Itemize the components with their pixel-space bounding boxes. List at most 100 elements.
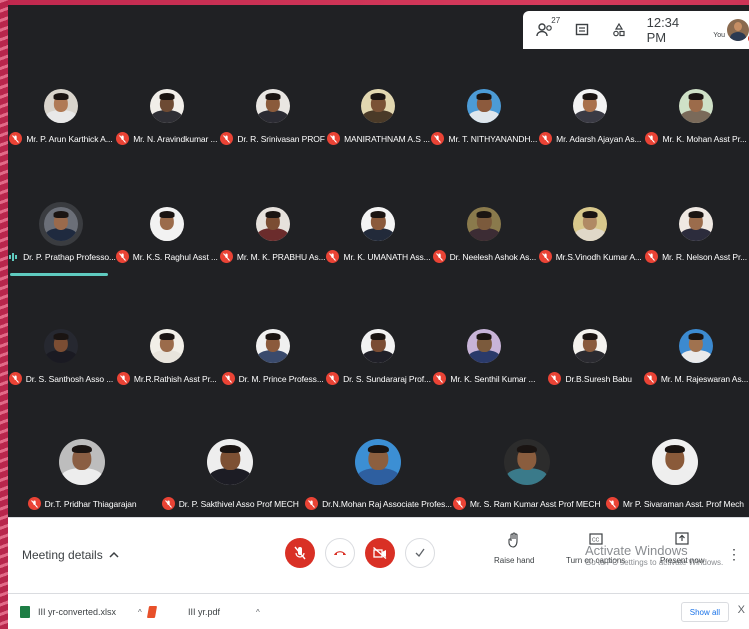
participant-tile[interactable]: Dr. M. Prince Profess... <box>220 329 326 385</box>
chevron-up-icon <box>109 551 119 558</box>
avatar <box>679 207 714 241</box>
hand-icon <box>508 532 520 548</box>
mic-off-icon <box>643 372 657 385</box>
people-icon[interactable]: 27 <box>535 16 560 41</box>
present-now-button[interactable]: Present now <box>660 532 704 565</box>
participant-tile[interactable]: Mr. K. UMANATH Ass... <box>326 207 432 263</box>
participant-tile[interactable]: Mr P. Sivaraman Asst. Prof Mech <box>601 439 749 510</box>
participant-name: Mr. Adarsh Ajayan As... <box>556 133 642 144</box>
chevron-up-icon[interactable]: ^ <box>138 608 142 617</box>
participant-tile[interactable]: Mr. K. Senthil Kumar ... <box>431 329 537 385</box>
participant-tile[interactable]: Dr.B.Suresh Babu <box>537 329 643 385</box>
participant-tile[interactable]: Mr.S.Vinodh Kumar A... <box>537 207 643 263</box>
mic-off-icon <box>220 132 234 145</box>
download-item-pdf[interactable]: III yr.pdf ^ <box>146 594 260 629</box>
participant-name: MANIRATHNAM A.S ... <box>344 133 430 144</box>
participant-tile[interactable]: Mr. R. Nelson Asst Pr... <box>643 207 749 263</box>
participant-tile[interactable]: Mr. K.S. Raghul Asst ... <box>114 207 220 263</box>
participant-tile[interactable]: Dr. Neelesh Ashok As... <box>431 207 537 263</box>
participant-tile[interactable]: Mr. T. NITHYANANDH... <box>431 89 537 145</box>
participant-name-row: Mr.R.Rathish Asst Pr... <box>116 372 217 385</box>
participant-tile[interactable]: Mr. K. Mohan Asst Pr... <box>643 89 749 145</box>
avatar <box>149 89 184 123</box>
avatar <box>149 207 184 241</box>
participant-name: Dr. P. Prathap Professo... <box>23 251 116 262</box>
camera-off-icon <box>373 547 387 559</box>
meeting-details-button[interactable]: Meeting details <box>22 548 119 562</box>
avatar <box>255 89 290 123</box>
chevron-up-icon[interactable]: ^ <box>256 608 260 617</box>
participant-name: Dr. Neelesh Ashok As... <box>449 251 537 262</box>
end-call-button[interactable] <box>325 538 355 568</box>
avatar <box>573 329 608 363</box>
participant-name: Dr. S. Sundararaj Prof... <box>343 373 431 384</box>
participant-name: Mr. K. Senthil Kumar ... <box>450 373 536 384</box>
participant-name-row: Dr.B.Suresh Babu <box>548 372 632 385</box>
participant-name-row: Mr. S. Ram Kumar Asst Prof MECH <box>452 497 601 510</box>
participant-tile[interactable]: Mr.R.Rathish Asst Pr... <box>114 329 220 385</box>
participant-name: Dr.N.Mohan Raj Associate Profes... <box>322 498 452 509</box>
participant-tile[interactable]: Mr. N. Aravindkumar ... <box>114 89 220 145</box>
participant-name: Mr. R. Nelson Asst Pr... <box>662 251 748 262</box>
avatar <box>207 439 254 485</box>
hang-up-icon <box>334 551 346 555</box>
mic-off-icon <box>219 250 233 263</box>
mic-off-icon <box>116 132 130 145</box>
avatar <box>467 329 502 363</box>
participant-name: Dr.B.Suresh Babu <box>565 373 632 384</box>
participant-tile[interactable]: Dr.N.Mohan Raj Associate Profes... <box>304 439 452 510</box>
mic-off-icon <box>305 497 319 510</box>
download-item-xlsx[interactable]: III yr-converted.xlsx ^ <box>20 594 142 629</box>
mic-off-icon <box>452 497 466 510</box>
mic-off-icon <box>326 372 340 385</box>
avatar <box>149 329 184 363</box>
participant-name-row: Mr.S.Vinodh Kumar A... <box>538 250 642 263</box>
mic-off-icon <box>8 372 22 385</box>
participant-name-row: Dr. P. Prathap Professo... <box>8 250 116 263</box>
raise-hand-button[interactable]: Raise hand <box>494 532 534 565</box>
checkmark-button[interactable] <box>405 538 435 568</box>
download-filename: III yr.pdf <box>188 607 221 617</box>
desktop-background <box>0 0 8 629</box>
participant-tile[interactable]: Mr. P. Arun Karthick A... <box>8 89 114 145</box>
show-all-button[interactable]: Show all <box>680 602 729 622</box>
participant-tile[interactable]: MANIRATHNAM A.S ... <box>326 89 432 145</box>
mic-toggle-button[interactable] <box>285 538 315 568</box>
close-downloads-button[interactable]: X <box>738 604 745 616</box>
participant-name: Mr.S.Vinodh Kumar A... <box>555 251 642 262</box>
avatar <box>43 207 78 241</box>
participant-tile[interactable]: Dr. R. Srinivasan PROF <box>220 89 326 145</box>
participant-name: Mr. M. Rajeswaran As... <box>660 373 749 384</box>
participant-tile[interactable]: Mr. M. Rajeswaran As... <box>643 329 749 385</box>
participant-name-row: Mr. K. Mohan Asst Pr... <box>645 132 747 145</box>
participant-name-row: Mr. T. NITHYANANDH... <box>431 132 537 145</box>
avatar <box>255 329 290 363</box>
participant-name-row: Mr. R. Nelson Asst Pr... <box>645 250 747 263</box>
camera-toggle-button[interactable] <box>365 538 395 568</box>
activities-icon[interactable] <box>609 19 628 41</box>
participant-tile[interactable]: Dr.T. Pridhar Thiagarajan <box>8 439 156 510</box>
mic-off-icon <box>115 250 129 263</box>
participant-tile[interactable]: Dr. P. Prathap Professo... <box>8 207 116 276</box>
participant-tile[interactable]: Mr. S. Ram Kumar Asst Prof MECH <box>452 439 601 510</box>
mic-off-icon <box>433 372 447 385</box>
control-bar: Meeting details Raise hand CC Turn on ca… <box>8 517 749 593</box>
participant-tile[interactable]: Dr. S. Sundararaj Prof... <box>326 329 432 385</box>
more-options-icon[interactable]: ⋮ <box>727 546 741 563</box>
participant-tile[interactable]: Mr. Adarsh Ajayan As... <box>537 89 643 145</box>
participant-tile[interactable]: Mr. M. K. PRABHU As... <box>219 207 326 263</box>
mic-off-icon <box>161 497 175 510</box>
participant-name-row: Dr.N.Mohan Raj Associate Profes... <box>305 497 452 510</box>
participant-tile[interactable]: Dr. S. Santhosh Asso ... <box>8 329 114 385</box>
avatar <box>573 89 608 123</box>
participant-name: Mr. K. Mohan Asst Pr... <box>662 133 747 144</box>
mic-off-icon <box>645 250 659 263</box>
avatar <box>651 439 698 485</box>
participant-tile[interactable]: Dr. P. Sakthivel Asso Prof MECH <box>156 439 304 510</box>
participants-count: 27 <box>551 16 561 25</box>
mic-off-icon <box>116 372 130 385</box>
avatar <box>573 207 608 241</box>
self-view[interactable]: You <box>713 19 749 43</box>
chat-icon[interactable] <box>572 19 591 41</box>
excel-file-icon <box>20 606 30 618</box>
